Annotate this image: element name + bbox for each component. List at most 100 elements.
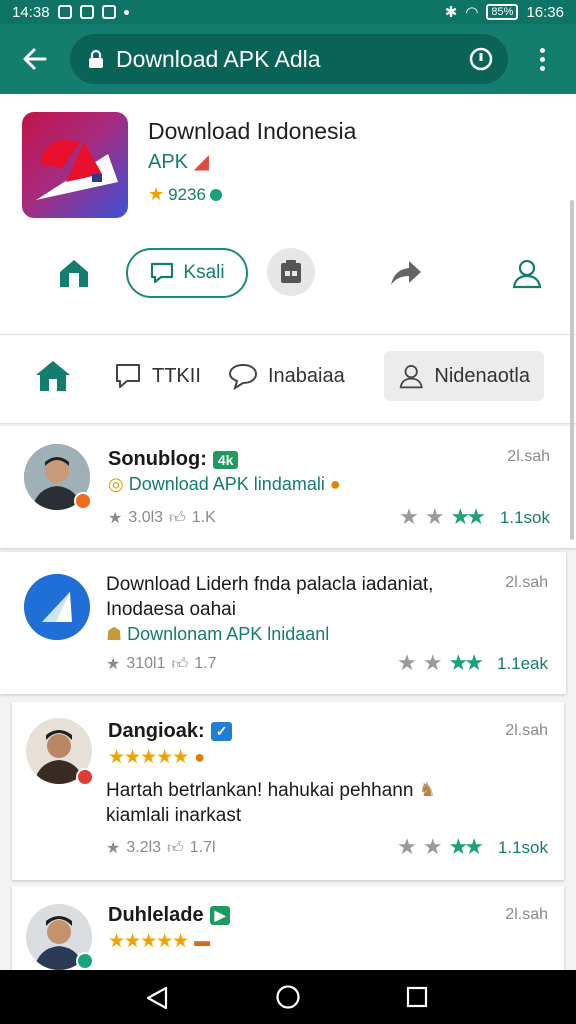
post-rating-stars: ★ ★ ★★ bbox=[399, 504, 486, 529]
badge-icon bbox=[74, 492, 92, 510]
badge-icon bbox=[76, 768, 94, 786]
filter-tab-3[interactable]: Nidenaotla bbox=[384, 351, 544, 401]
post-card[interactable]: Download Liderh fnda palacla iadaniat, I… bbox=[0, 552, 566, 694]
nav-recents-icon[interactable] bbox=[406, 986, 428, 1008]
url-bar[interactable]: Download APK Adla bbox=[70, 34, 508, 84]
status-time-right: 16:36 bbox=[526, 3, 564, 21]
post-stats: ★ 3.2l3 👍︎ 1.7l bbox=[106, 839, 216, 857]
lock-icon bbox=[89, 49, 103, 68]
app-rating: ★ 9236 bbox=[148, 184, 222, 205]
user-icon bbox=[399, 365, 423, 389]
tag-icon: ▶ bbox=[209, 906, 231, 925]
star-icon: ★ bbox=[106, 656, 121, 673]
medal-icon: ● bbox=[194, 747, 206, 767]
post-text: Hartah betrlankan! hahukai pehhann ♞ kia… bbox=[106, 780, 436, 826]
home-icon bbox=[36, 361, 70, 391]
url-text: Download APK Adla bbox=[116, 45, 321, 72]
rating-stars: ★★★★★ bbox=[108, 931, 189, 952]
post-link[interactable]: ☗ Downlonam APK lnidaanl bbox=[106, 624, 329, 645]
bluetooth-icon: ✱ bbox=[444, 4, 458, 21]
notification-icon bbox=[101, 5, 116, 19]
filter-tab-2[interactable]: Inabaiaa bbox=[228, 351, 345, 401]
post-rating-stars: ★ ★ ★★ bbox=[397, 834, 484, 859]
notification-icon bbox=[57, 5, 72, 19]
thumb-icon: 👍︎ bbox=[167, 839, 184, 857]
app-logo bbox=[22, 112, 128, 218]
filter-label: Nidenaotla bbox=[434, 364, 530, 387]
wifi-icon: ◠ bbox=[465, 4, 479, 21]
post-author: Dangioak: ✓ bbox=[108, 720, 233, 743]
app-title: Download Indonesia bbox=[148, 118, 357, 144]
post-stats: ★ 3.0l3 👍︎ 1.K bbox=[108, 509, 216, 527]
post-stats: ★ 310l1 👍︎ 1.7 bbox=[106, 655, 217, 673]
profile-button[interactable] bbox=[505, 248, 549, 298]
post-card[interactable]: Sonublog: 4k 2l.sah ◎ Download APK linda… bbox=[0, 426, 576, 548]
filter-label: TTKII bbox=[152, 364, 201, 387]
post-time: 2l.sah bbox=[505, 574, 548, 591]
post-likes[interactable]: 1.1eak bbox=[497, 654, 548, 674]
avatar bbox=[24, 574, 90, 640]
post-time: 2l.sah bbox=[505, 906, 548, 923]
browser-toolbar: Download APK Adla bbox=[0, 24, 576, 94]
system-nav-bar bbox=[0, 970, 576, 1024]
person-icon: ☗ bbox=[106, 624, 123, 644]
chat-icon bbox=[116, 364, 140, 388]
post-rating: ★★★★★ ● bbox=[108, 746, 205, 769]
status-time-left: 14:38 bbox=[12, 3, 50, 21]
post-rating: ★★★★★ ▬ bbox=[108, 930, 210, 953]
post-card[interactable]: Dangioak: ✓ ★★★★★ ● Hartah betrlankan! h… bbox=[12, 702, 564, 880]
post-likes[interactable]: 1.1sok bbox=[498, 838, 548, 858]
post-author: Sonublog: 4k bbox=[108, 448, 239, 471]
notification-icon bbox=[79, 5, 94, 19]
nav-home-icon[interactable] bbox=[275, 984, 301, 1010]
filter-tab-1[interactable]: TTKII bbox=[114, 351, 201, 401]
scrollbar[interactable] bbox=[570, 200, 574, 540]
post-likes[interactable]: 1.1sok bbox=[500, 508, 550, 528]
home-button[interactable] bbox=[50, 248, 98, 298]
post-tag: 4k bbox=[212, 450, 239, 469]
filter-label: Inabaiaa bbox=[268, 364, 345, 387]
reload-icon[interactable] bbox=[468, 46, 494, 72]
thumb-icon: 👍︎ bbox=[171, 655, 189, 673]
home-icon bbox=[60, 260, 88, 287]
emoji-icon: ♞ bbox=[418, 780, 436, 801]
app-subtitle: APK ◢ bbox=[148, 151, 209, 173]
comment-button[interactable]: Ksali bbox=[126, 248, 248, 298]
filter-tabs: TTKII Inabaiaa Nidenaotla bbox=[0, 335, 576, 424]
post-text: Download Liderh fnda palacla iadaniat, I… bbox=[106, 574, 434, 620]
star-icon: ★ bbox=[106, 840, 121, 857]
back-button[interactable] bbox=[0, 24, 70, 94]
star-icon: ★ bbox=[148, 184, 165, 204]
coin-icon: ◎ bbox=[108, 474, 124, 494]
speech-bubble-icon bbox=[228, 363, 258, 390]
nav-back-icon[interactable] bbox=[144, 986, 170, 1010]
share-button[interactable] bbox=[384, 248, 428, 298]
verified-icon: ✓ bbox=[210, 722, 233, 741]
post-time: 2l.sah bbox=[505, 722, 548, 739]
back-arrow-icon bbox=[23, 48, 47, 70]
action-row: Ksali bbox=[0, 248, 576, 298]
app-header: Download Indonesia APK ◢ ★ 9236 Ksali bbox=[0, 94, 576, 335]
badge-icon bbox=[76, 952, 94, 970]
clipboard-button[interactable] bbox=[267, 248, 315, 296]
clipboard-icon bbox=[281, 260, 301, 283]
emoji-icon: ● bbox=[329, 474, 341, 494]
battery-icon: 85% bbox=[486, 4, 519, 20]
status-bar: 14:38 ✱ ◠ 85% 16:36 bbox=[0, 0, 576, 24]
post-author: Duhlelade ▶ bbox=[108, 904, 231, 927]
profile-icon bbox=[512, 259, 542, 289]
chat-icon bbox=[151, 262, 174, 284]
thumb-icon: 👍︎ bbox=[169, 509, 186, 527]
post-link[interactable]: ◎ Download APK lindamali ● bbox=[108, 474, 341, 495]
tag-icon: ◢ bbox=[193, 151, 209, 173]
star-icon: ★ bbox=[108, 510, 123, 527]
post-time: 2l.sah bbox=[507, 448, 550, 465]
verified-icon bbox=[209, 188, 222, 201]
more-icon[interactable] bbox=[508, 47, 576, 71]
filter-home[interactable] bbox=[34, 351, 72, 401]
rating-stars: ★★★★★ bbox=[108, 747, 189, 768]
share-icon bbox=[391, 261, 421, 285]
emoji-icon: ▬ bbox=[194, 932, 211, 950]
comment-label: Ksali bbox=[183, 262, 225, 283]
post-rating-stars: ★ ★ ★★ bbox=[397, 650, 484, 675]
